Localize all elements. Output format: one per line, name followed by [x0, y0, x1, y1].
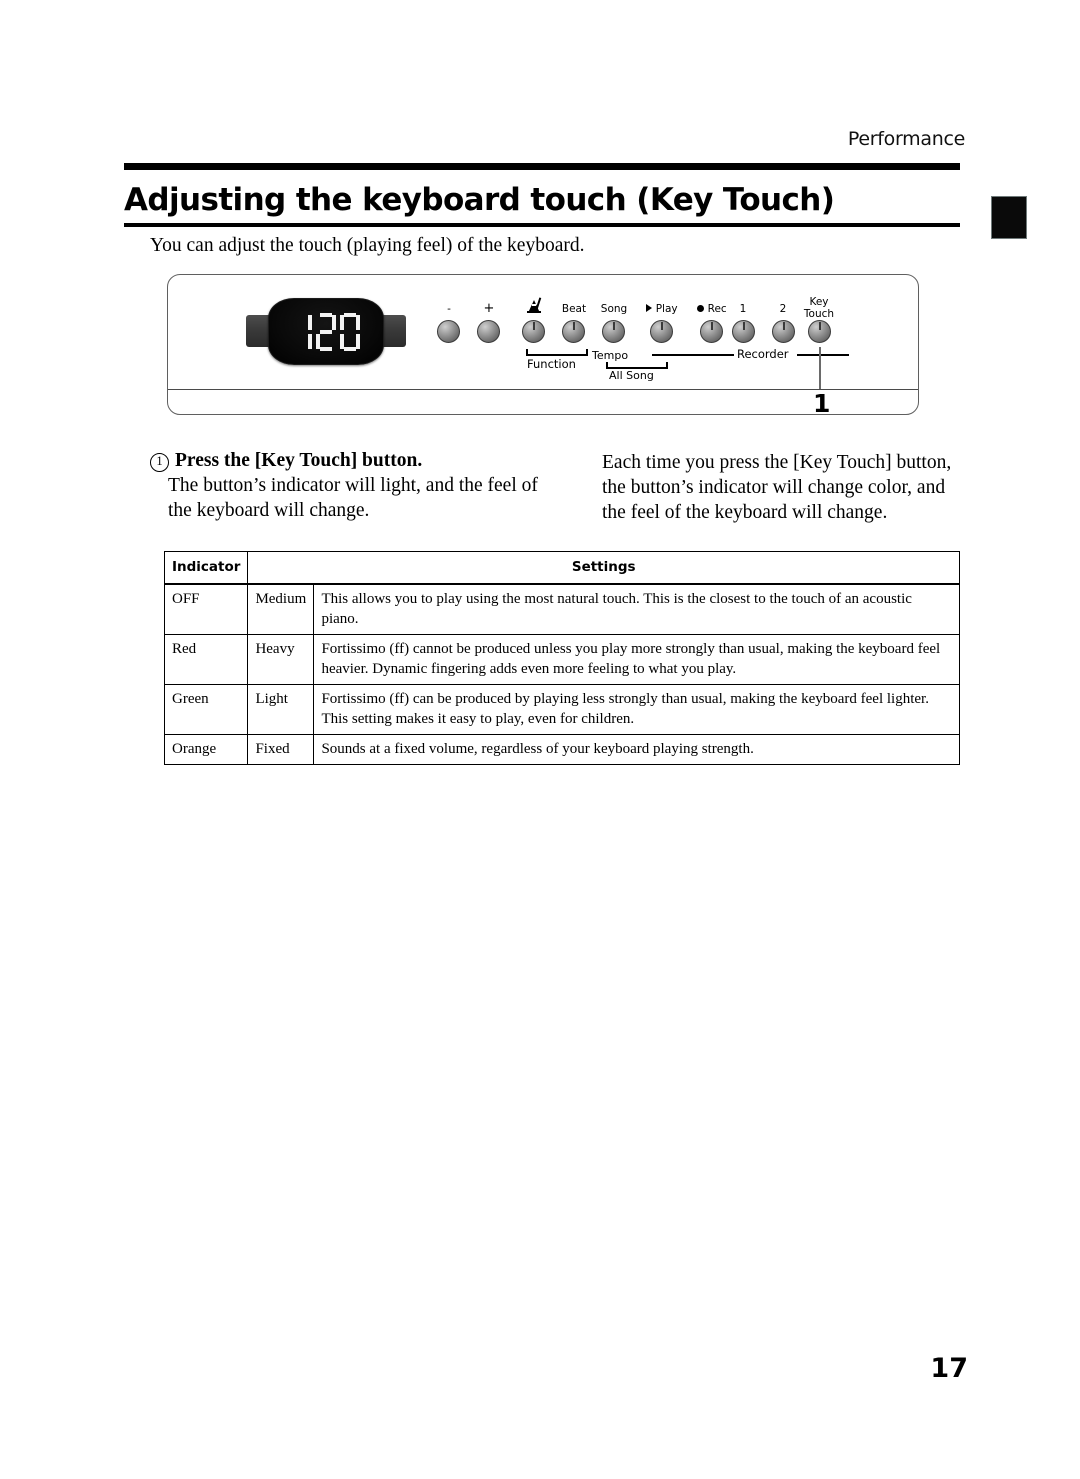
- callout-leader-line: [819, 347, 821, 389]
- track1-button[interactable]: [732, 320, 755, 343]
- right-column-paragraph: Each time you press the [Key Touch] butt…: [602, 452, 952, 523]
- record-icon: [697, 305, 705, 312]
- table-row: Green Light Fortissimo (ff) can be produ…: [163, 684, 960, 735]
- play-button[interactable]: [650, 320, 673, 343]
- cell-setting: Light: [247, 684, 315, 735]
- recorder-rule-left: [652, 354, 734, 356]
- all-song-group-label: All Song: [609, 369, 654, 382]
- function-bracket: [526, 349, 588, 356]
- chapter-tab-marker: [991, 196, 1027, 239]
- cell-description: Sounds at a fixed volume, regardless of …: [313, 734, 960, 765]
- recorder-rule-right: [797, 354, 849, 356]
- table-row: OFF Medium This allows you to play using…: [163, 583, 960, 635]
- heading-rule-top: [124, 163, 960, 170]
- metronome-icon: [526, 297, 542, 313]
- step-heading-text: Press the [Key Touch] button.: [175, 450, 423, 471]
- page-number: 17: [930, 1353, 968, 1384]
- cell-description: Fortissimo (ff) cannot be produced unles…: [313, 634, 960, 685]
- table-header-row: Indicator Settings: [163, 551, 960, 585]
- metronome-button[interactable]: [522, 320, 545, 343]
- track2-button[interactable]: [772, 320, 795, 343]
- minus-button-label: -: [447, 303, 451, 315]
- cell-indicator: Green: [163, 684, 249, 735]
- heading-rule-bottom: [124, 223, 960, 227]
- table-row: Red Heavy Fortissimo (ff) cannot be prod…: [163, 634, 960, 685]
- cell-setting: Heavy: [247, 634, 315, 685]
- play-icon: [646, 304, 653, 312]
- key-touch-button[interactable]: [808, 320, 831, 343]
- display-digit-1: [292, 313, 312, 351]
- track1-button-label: 1: [739, 303, 747, 315]
- tempo-group-label: Tempo: [592, 349, 629, 362]
- rec-button-label: Rec: [688, 303, 736, 316]
- beat-button[interactable]: [562, 320, 585, 343]
- cell-setting: Fixed: [247, 734, 315, 765]
- function-group-label: Function: [527, 357, 576, 371]
- display-digits: [292, 312, 360, 351]
- play-button-label: Play: [636, 303, 688, 316]
- running-head: Performance: [847, 128, 965, 150]
- table-row: Orange Fixed Sounds at a fixed volume, r…: [163, 734, 960, 765]
- column-header-indicator: Indicator: [163, 551, 249, 585]
- song-button[interactable]: [602, 320, 625, 343]
- cell-setting: Medium: [247, 583, 315, 635]
- step-1-body: The button’s indicator will light, and t…: [168, 475, 538, 521]
- tempo-display: 120: [246, 298, 406, 365]
- display-digit-3: [340, 312, 360, 351]
- track2-button-label: 2: [779, 303, 787, 315]
- recorder-group-label: Recorder: [737, 347, 789, 361]
- cell-description: Fortissimo (ff) can be produced by playi…: [313, 684, 960, 735]
- minus-button[interactable]: [437, 320, 460, 343]
- cell-indicator: OFF: [163, 583, 249, 635]
- song-button-label: Song: [600, 303, 628, 315]
- cell-indicator: Red: [163, 634, 249, 685]
- intro-paragraph: You can adjust the touch (playing feel) …: [150, 235, 585, 256]
- display-screen: 120: [268, 298, 384, 365]
- panel-divider: [168, 389, 918, 390]
- display-digit-2: [316, 312, 336, 351]
- cell-indicator: Orange: [163, 734, 249, 765]
- control-panel-illustration: 120 - + Beat Song Play Rec 1 2 Key Touch…: [167, 274, 919, 418]
- key-touch-button-label: Key Touch: [803, 296, 835, 320]
- callout-number: 1: [813, 389, 831, 418]
- cell-description: This allows you to play using the most n…: [313, 583, 960, 635]
- plus-button[interactable]: [477, 320, 500, 343]
- plus-button-label: +: [483, 301, 495, 316]
- step-1-heading: 1 Press the [Key Touch] button.: [150, 450, 422, 472]
- column-header-settings: Settings: [247, 551, 960, 585]
- step-number-badge: 1: [150, 453, 169, 472]
- page-title: Adjusting the keyboard touch (Key Touch): [124, 182, 835, 218]
- all-song-bracket: [606, 362, 668, 369]
- beat-button-label: Beat: [561, 303, 587, 315]
- key-touch-settings-table: Indicator Settings OFF Medium This allow…: [163, 551, 960, 765]
- rec-button[interactable]: [700, 320, 723, 343]
